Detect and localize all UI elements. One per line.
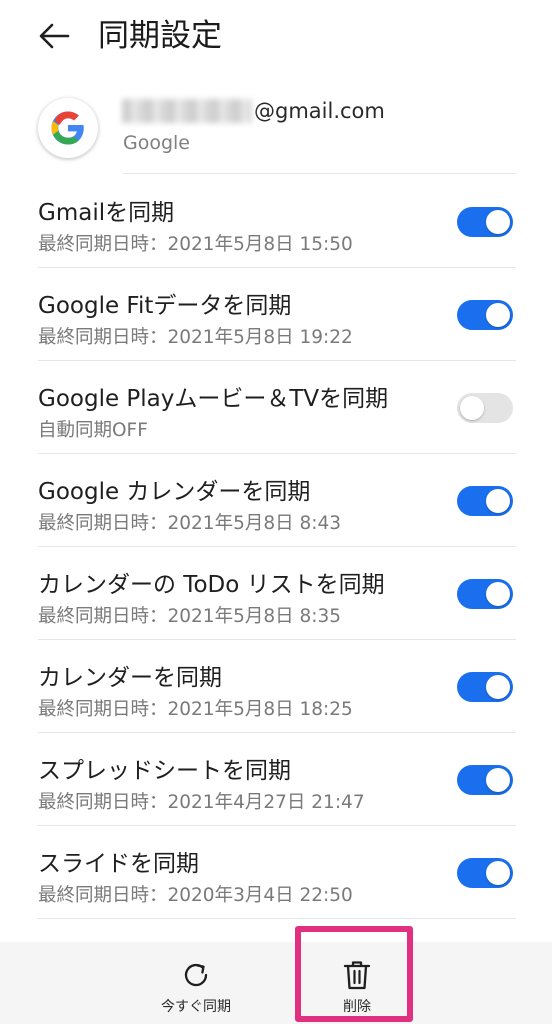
divider <box>123 173 516 174</box>
google-logo-icon <box>38 98 98 158</box>
sync-now-label: 今すぐ同期 <box>161 999 231 1015</box>
bottom-action-bar: 今すぐ同期 削除 <box>0 942 552 1024</box>
back-button[interactable] <box>30 14 78 58</box>
divider <box>38 918 516 919</box>
sync-toggle[interactable] <box>457 300 513 330</box>
sync-item-subtitle: 最終同期日時：2021年5月8日 15:50 <box>38 234 353 255</box>
sync-item-slides[interactable]: スライドを同期 最終同期日時：2020年3月4日 22:50 <box>0 826 552 919</box>
sync-item-gmail[interactable]: Gmailを同期 最終同期日時：2021年5月8日 15:50 <box>0 175 552 268</box>
refresh-icon <box>179 958 213 992</box>
toggle-knob <box>486 675 510 699</box>
sync-item-google-calendar[interactable]: Google カレンダーを同期 最終同期日時：2021年5月8日 8:43 <box>0 454 552 547</box>
toggle-knob <box>486 768 510 792</box>
toggle-knob <box>486 303 510 327</box>
sync-item-title: Google カレンダーを同期 <box>38 479 311 505</box>
sync-item-calendar[interactable]: カレンダーを同期 最終同期日時：2021年5月8日 18:25 <box>0 640 552 733</box>
account-type: Google <box>123 132 191 154</box>
page-title: 同期設定 <box>98 18 222 54</box>
sync-toggle[interactable] <box>457 858 513 888</box>
delete-label: 削除 <box>343 999 371 1015</box>
toggle-knob <box>486 861 510 885</box>
email-blur-mask <box>122 99 252 123</box>
sync-item-play-movies[interactable]: Google Playムービー＆TVを同期 自動同期OFF <box>0 361 552 454</box>
account-row: @gmail.com Google <box>0 82 552 174</box>
sync-item-subtitle: 最終同期日時：2020年3月4日 22:50 <box>38 885 353 906</box>
toggle-knob <box>460 396 484 420</box>
sync-item-calendar-todo[interactable]: カレンダーの ToDo リストを同期 最終同期日時：2021年5月8日 8:35 <box>0 547 552 640</box>
sync-item-subtitle: 最終同期日時：2021年5月8日 19:22 <box>38 327 353 348</box>
sync-item-subtitle: 最終同期日時：2021年5月8日 8:43 <box>38 513 342 534</box>
sync-toggle[interactable] <box>457 393 513 423</box>
sync-item-title: スライドを同期 <box>38 851 199 877</box>
account-email: @gmail.com <box>122 96 385 126</box>
sync-item-title: スプレッドシートを同期 <box>38 758 291 784</box>
sync-toggle[interactable] <box>457 486 513 516</box>
sync-item-subtitle: 最終同期日時：2021年5月8日 8:35 <box>38 606 342 627</box>
sync-item-title: Google Fitデータを同期 <box>38 293 292 319</box>
sync-toggle[interactable] <box>457 207 513 237</box>
delete-button[interactable]: 削除 <box>297 942 417 1024</box>
sync-item-title: カレンダーを同期 <box>38 665 222 691</box>
sync-toggle[interactable] <box>457 765 513 795</box>
sync-item-title: Gmailを同期 <box>38 200 175 226</box>
sync-item-subtitle: 最終同期日時：2021年4月27日 21:47 <box>38 792 365 813</box>
trash-icon <box>340 958 374 992</box>
sync-list: Gmailを同期 最終同期日時：2021年5月8日 15:50 Google F… <box>0 175 552 919</box>
email-suffix: @gmail.com <box>254 99 385 123</box>
sync-item-google-fit[interactable]: Google Fitデータを同期 最終同期日時：2021年5月8日 19:22 <box>0 268 552 361</box>
sync-now-button[interactable]: 今すぐ同期 <box>136 942 256 1024</box>
sync-toggle[interactable] <box>457 579 513 609</box>
back-arrow-icon <box>39 23 70 49</box>
toggle-knob <box>486 582 510 606</box>
sync-item-sheets[interactable]: スプレッドシートを同期 最終同期日時：2021年4月27日 21:47 <box>0 733 552 826</box>
sync-toggle[interactable] <box>457 672 513 702</box>
sync-item-subtitle: 最終同期日時：2021年5月8日 18:25 <box>38 699 353 720</box>
sync-item-title: Google Playムービー＆TVを同期 <box>38 386 389 412</box>
toggle-knob <box>486 489 510 513</box>
sync-item-title: カレンダーの ToDo リストを同期 <box>38 572 385 598</box>
app-header: 同期設定 <box>0 0 552 72</box>
toggle-knob <box>486 210 510 234</box>
sync-item-subtitle: 自動同期OFF <box>38 420 148 441</box>
